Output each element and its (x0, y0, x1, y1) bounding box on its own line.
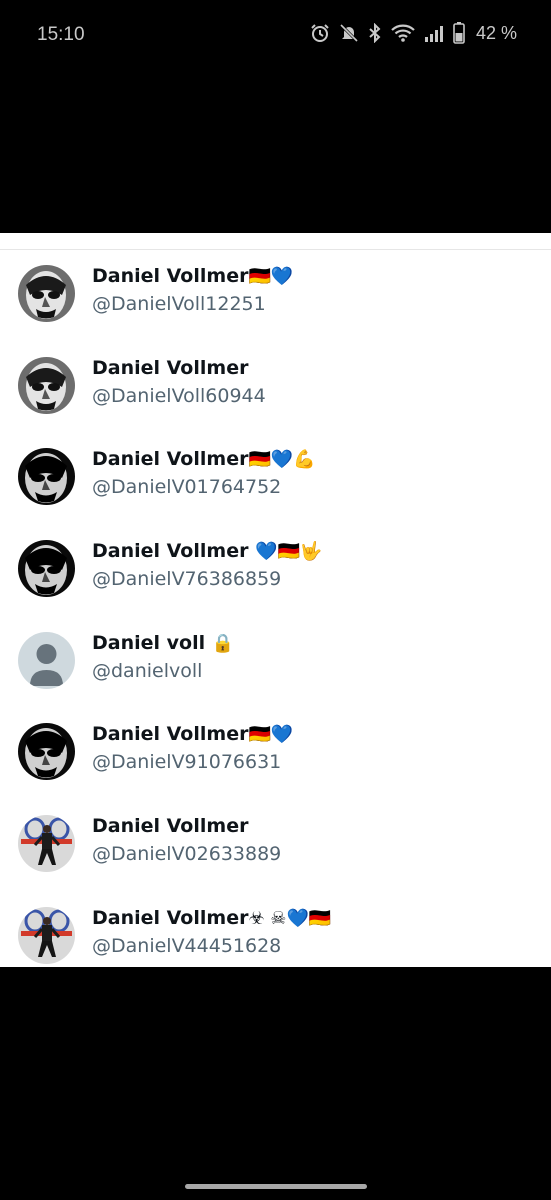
account-row[interactable]: Daniel Vollmer @DanielVoll60944 (0, 357, 551, 449)
avatar (18, 815, 75, 872)
account-row[interactable]: Daniel Vollmer🇩🇪💙💪 @DanielV01764752 (0, 448, 551, 540)
lock-icon: 🔒 (211, 633, 235, 654)
account-name: Daniel Vollmer🇩🇪💙 (92, 723, 294, 745)
avatar (18, 907, 75, 964)
account-name: Daniel Vollmer☣ ☠💙🇩🇪 (92, 907, 332, 929)
account-handle: @DanielV76386859 (92, 568, 282, 590)
account-list-sheet: Daniel Vollmer🇩🇪💙 @DanielVoll12251 Danie… (0, 233, 551, 967)
avatar (18, 357, 75, 414)
alarm-icon (310, 23, 330, 43)
account-handle: @DanielV91076631 (92, 751, 282, 773)
account-handle: @DanielV01764752 (92, 476, 282, 498)
account-handle: @DanielV02633889 (92, 843, 282, 865)
account-row[interactable]: Daniel Vollmer🇩🇪💙 @DanielV91076631 (0, 723, 551, 815)
avatar (18, 723, 75, 780)
avatar (18, 540, 75, 597)
signal-icon (424, 23, 444, 43)
account-row[interactable]: Daniel Vollmer🇩🇪💙 @DanielVoll12251 (0, 265, 551, 357)
divider (0, 249, 551, 250)
account-name: Daniel Vollmer (92, 815, 249, 837)
account-row[interactable]: Daniel Vollmer☣ ☠💙🇩🇪 @DanielV44451628 (0, 907, 551, 999)
avatar (18, 448, 75, 505)
account-handle: @danielvoll (92, 660, 203, 682)
account-handle: @DanielVoll12251 (92, 293, 266, 315)
bluetooth-icon (368, 23, 382, 43)
account-row[interactable]: Daniel Vollmer @DanielV02633889 (0, 815, 551, 907)
account-row[interactable]: Daniel voll 🔒 @danielvoll (0, 632, 551, 724)
battery-icon (453, 22, 465, 44)
account-name: Daniel Vollmer (92, 357, 249, 379)
account-name: Daniel Vollmer🇩🇪💙 (92, 265, 294, 287)
account-handle: @DanielV44451628 (92, 935, 282, 957)
account-row[interactable]: Daniel Vollmer 💙🇩🇪🤟 @DanielV76386859 (0, 540, 551, 632)
avatar (18, 265, 75, 322)
home-indicator[interactable] (185, 1184, 367, 1189)
status-bar: 15:10 42 % (0, 0, 551, 72)
wifi-icon (391, 23, 415, 43)
status-time: 15:10 (37, 24, 85, 45)
account-name: Daniel Vollmer🇩🇪💙💪 (92, 448, 316, 470)
battery-percent: 42 % (475, 22, 517, 43)
account-handle: @DanielVoll60944 (92, 385, 266, 407)
account-name: Daniel voll 🔒 (92, 632, 235, 654)
account-name: Daniel Vollmer 💙🇩🇪🤟 (92, 540, 323, 562)
mute-icon (339, 23, 359, 43)
status-icons: 42 % (310, 22, 517, 44)
default-avatar-icon (18, 632, 75, 689)
